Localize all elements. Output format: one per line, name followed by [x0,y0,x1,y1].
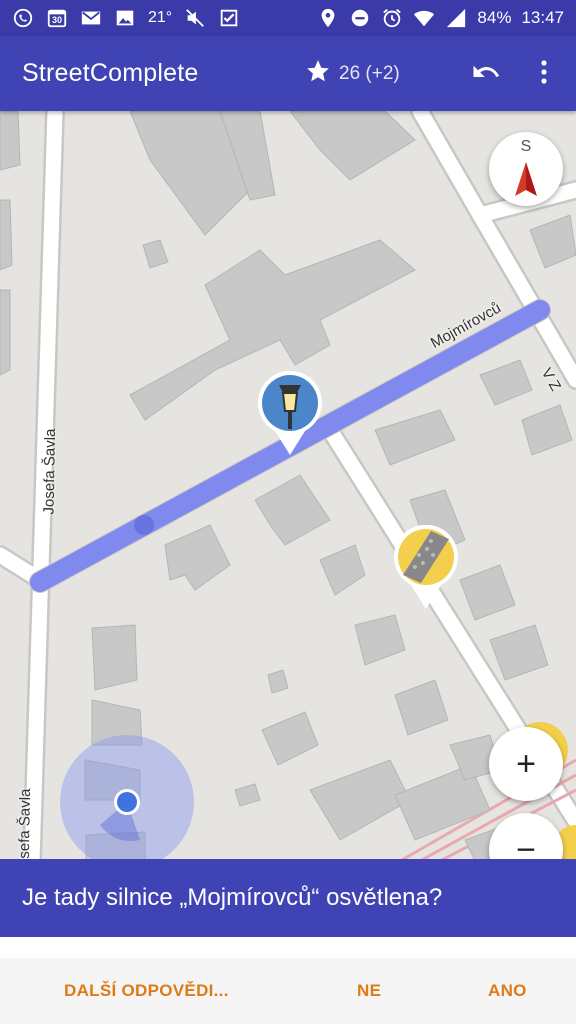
overflow-menu-button[interactable] [532,58,556,90]
answer-bar: DALŠÍ ODPOVĚDI... NE ANO [0,958,576,1024]
answer-spacer [0,937,576,958]
mute-icon [184,7,206,29]
checklist-icon [218,7,240,29]
wifi-icon [413,7,435,29]
location-icon [317,7,339,29]
map-canvas [0,111,576,861]
street-label-josefa-savla-bottom: Josefa Šavla [15,788,35,861]
calendar-icon: 30 [46,7,68,29]
star-count: 26 (+2) [339,62,400,84]
undo-button[interactable] [470,58,502,90]
app-title: StreetComplete [22,59,199,87]
zoom-out-label: − [516,830,536,862]
gmail-icon [80,7,102,29]
map-view[interactable]: Mojmírovců Josefa Šavla Josefa Šavla V Z [0,111,576,861]
calendar-day: 30 [51,15,62,25]
do-not-disturb-icon [349,7,371,29]
no-label: NE [357,981,382,1000]
quest-question: Je tady silnice „Mojmírovců“ osvětlena? [0,859,576,937]
answered-quests-counter[interactable]: 26 (+2) [305,36,400,111]
clock: 13:47 [521,8,564,27]
battery-level: 84% [477,8,512,27]
app-root: 30 21° 84% 13:47 StreetComplete 26 (+2) … [0,0,576,1024]
compass-letter: S [520,138,532,155]
street-lamp-quest-marker[interactable] [255,370,325,457]
more-vert-icon [540,59,548,90]
street-label-josefa-savla-top: Josefa Šavla [40,428,60,515]
yes-button[interactable]: ANO [488,958,527,1024]
other-answers-label: DALŠÍ ODPOVĚDI... [64,981,229,1000]
no-button[interactable]: NE [357,958,381,1024]
status-bar: 30 21° 84% 13:47 [0,0,576,36]
yes-label: ANO [488,981,527,1000]
question-text: Je tady silnice „Mojmírovců“ osvětlena? [22,884,443,911]
compass-button[interactable]: S [489,132,563,206]
app-bar: StreetComplete 26 (+2) [0,36,576,111]
whatsapp-icon [12,7,34,29]
gallery-icon [114,7,136,29]
zoom-in-label: + [516,744,536,783]
zoom-in-button[interactable]: + [489,727,563,801]
alarm-icon [381,7,403,29]
compass-needle-icon [515,162,537,196]
surface-quest-marker[interactable] [391,524,461,611]
star-icon [305,58,331,89]
undo-icon [471,57,501,92]
temperature: 21° [148,9,173,26]
signal-icon [445,7,467,29]
other-answers-button[interactable]: DALŠÍ ODPOVĚDI... [64,958,229,1024]
